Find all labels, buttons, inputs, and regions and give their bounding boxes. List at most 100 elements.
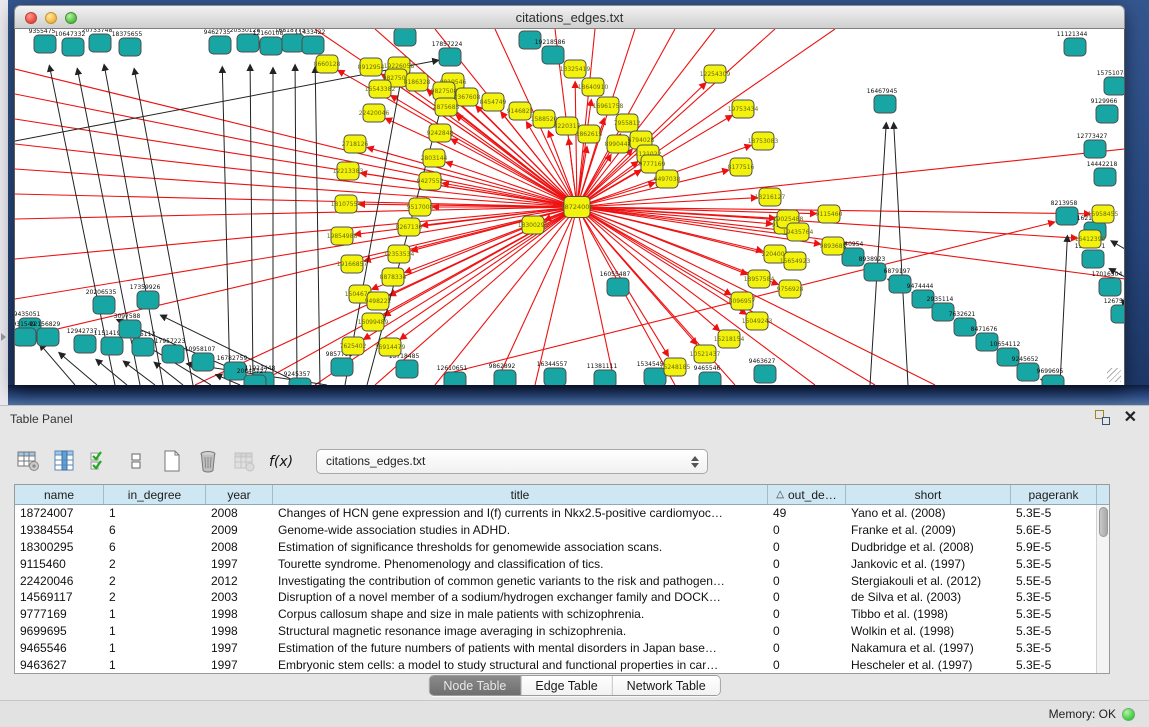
table-cell[interactable]: Genome-wide association studies in ADHD.	[273, 523, 768, 537]
network-graph[interactable]: 9355475106473322073374818375655946273520…	[15, 29, 1124, 385]
graph-node[interactable]: 15958455	[1088, 205, 1119, 223]
table-cell[interactable]: Franke et al. (2009)	[846, 523, 1011, 537]
memory-ok-indicator-icon[interactable]	[1122, 708, 1135, 721]
column-header-in_degree[interactable]: in_degree	[104, 485, 206, 504]
graph-node[interactable]: 16961758	[593, 97, 624, 115]
delete-column-button[interactable]	[194, 448, 221, 475]
graph-node[interactable]: 12254309	[700, 65, 731, 83]
table-cell[interactable]: 5.6E-5	[1011, 523, 1097, 537]
table-cell[interactable]: 18300295	[15, 540, 104, 554]
table-cell[interactable]: 9465546	[15, 641, 104, 655]
graph-node[interactable]: 15751074	[1097, 70, 1124, 95]
column-select-button[interactable]	[50, 448, 77, 475]
table-row[interactable]: 969969511998Structural magnetic resonanc…	[15, 623, 1109, 640]
table-row[interactable]: 1456911722003Disruption of a novel membe…	[15, 589, 1109, 606]
table-cell[interactable]: 1	[104, 624, 206, 638]
table-cell[interactable]: 1997	[206, 557, 273, 571]
table-cell[interactable]: 0	[768, 523, 846, 537]
table-cell[interactable]: Dudbridge et al. (2008)	[846, 540, 1011, 554]
table-cell[interactable]: 0	[768, 607, 846, 621]
table-cell[interactable]: 5.9E-5	[1011, 540, 1097, 554]
table-row[interactable]: 1872400712008Changes of HCN gene express…	[15, 505, 1109, 522]
graph-node[interactable]: 6497038	[654, 170, 681, 188]
column-header-year[interactable]: year	[206, 485, 273, 504]
table-cell[interactable]: 6	[104, 540, 206, 554]
graph-node[interactable]: 17016504	[1092, 271, 1123, 296]
graph-node[interactable]: 9146821	[507, 102, 534, 120]
table-row[interactable]: 911546021997Tourette syndrome. Phenomeno…	[15, 555, 1109, 572]
graph-node[interactable]: 15718485	[389, 353, 420, 378]
column-header-pagerank[interactable]: pagerank	[1011, 485, 1097, 504]
close-panel-icon[interactable]: ✕	[1124, 411, 1137, 425]
graph-node[interactable]: 8213958	[1051, 200, 1078, 225]
select-checks-button[interactable]	[86, 448, 113, 475]
graph-node[interactable]: 12610651	[437, 365, 468, 385]
graph-node[interactable]: 12353534	[384, 245, 415, 263]
table-cell[interactable]: 49	[768, 506, 846, 520]
graph-node[interactable]: 15218154	[714, 330, 745, 348]
table-cell[interactable]: Yano et al. (2008)	[846, 506, 1011, 520]
table-cell[interactable]: 1998	[206, 624, 273, 638]
table-row[interactable]: 1938455462009Genome-wide association stu…	[15, 522, 1109, 539]
table-cell[interactable]: 0	[768, 590, 846, 604]
graph-node[interactable]: 19218586	[535, 39, 566, 64]
graph-node[interactable]: 19854988	[327, 227, 358, 245]
graph-node[interactable]: 9427552	[417, 172, 444, 190]
table-cell[interactable]: Tourette syndrome. Phenomenology and cla…	[273, 557, 768, 571]
table-cell[interactable]: 2	[104, 574, 206, 588]
table-cell[interactable]: 14569117	[15, 590, 104, 604]
column-header-out_de[interactable]: △out_de…	[768, 485, 846, 504]
table-vertical-scrollbar[interactable]	[1096, 505, 1109, 673]
graph-node[interactable]: 8177516	[728, 158, 755, 176]
graph-node[interactable]: 14442218	[1087, 161, 1118, 186]
graph-node[interactable]: 8878334	[380, 268, 407, 286]
table-cell[interactable]: 2008	[206, 506, 273, 520]
table-selector-dropdown[interactable]: citations_edges.txt	[316, 449, 708, 474]
table-cell[interactable]: 5.5E-5	[1011, 574, 1097, 588]
graph-node[interactable]: 9862892	[489, 363, 516, 385]
table-cell[interactable]: 9463627	[15, 658, 104, 672]
graph-node[interactable]: 16055487	[600, 271, 631, 296]
panel-collapse-arrow-icon[interactable]	[1, 333, 6, 341]
table-cell[interactable]: 5.3E-5	[1011, 658, 1097, 672]
graph-node[interactable]: 8096957	[729, 292, 756, 310]
table-cell[interactable]: 19384554	[15, 523, 104, 537]
graph-node[interactable]: 9893685	[820, 237, 847, 255]
tab-edge-table[interactable]: Edge Table	[521, 676, 612, 695]
table-cell[interactable]: Stergiakouli et al. (2012)	[846, 574, 1011, 588]
graph-node[interactable]: 18753083	[748, 132, 779, 150]
table-cell[interactable]: 0	[768, 624, 846, 638]
column-header-short[interactable]: short	[846, 485, 1011, 504]
graph-node[interactable]: 17857224	[432, 41, 463, 66]
graph-node[interactable]: 19753434	[728, 100, 759, 118]
graph-node[interactable]: 7625402	[340, 337, 367, 355]
graph-node[interactable]: 15049243	[742, 312, 773, 330]
graph-node[interactable]: 11121344	[1057, 31, 1088, 56]
graph-node[interactable]: 16344557	[537, 361, 568, 385]
graph-node[interactable]: 19435764	[783, 223, 814, 241]
graph-node[interactable]: 18724007	[560, 197, 593, 218]
table-cell[interactable]: 5.3E-5	[1011, 607, 1097, 621]
table-cell[interactable]: 2	[104, 590, 206, 604]
graph-node[interactable]: 13325419	[560, 60, 591, 78]
table-cell[interactable]: 0	[768, 574, 846, 588]
table-cell[interactable]: 1997	[206, 658, 273, 672]
table-body[interactable]: 1872400712008Changes of HCN gene express…	[15, 505, 1109, 673]
graph-node[interactable]: 8267130	[396, 218, 423, 236]
graph-node[interactable]: 12213383	[333, 162, 364, 180]
table-cell[interactable]: 0	[768, 540, 846, 554]
graph-node[interactable]: 18107554	[331, 195, 362, 213]
graph-node[interactable]: 1862615	[576, 125, 603, 143]
table-cell[interactable]: 5.3E-5	[1011, 506, 1097, 520]
graph-node[interactable]: 9699695	[1037, 368, 1064, 385]
graph-node[interactable]: 18375655	[112, 31, 143, 56]
table-cell[interactable]: Hescheler et al. (1997)	[846, 658, 1011, 672]
graph-node[interactable]: 10521437	[690, 345, 721, 363]
graph-node[interactable]: 9129966	[1091, 98, 1118, 123]
table-cell[interactable]: Changes of HCN gene expression and I(f) …	[273, 506, 768, 520]
graph-node[interactable]: 9498222	[365, 292, 392, 310]
table-cell[interactable]: 5.3E-5	[1011, 641, 1097, 655]
graph-node[interactable]: 16914479	[375, 338, 406, 356]
graph-node[interactable]: 15654923	[780, 252, 811, 270]
table-cell[interactable]: 6	[104, 523, 206, 537]
